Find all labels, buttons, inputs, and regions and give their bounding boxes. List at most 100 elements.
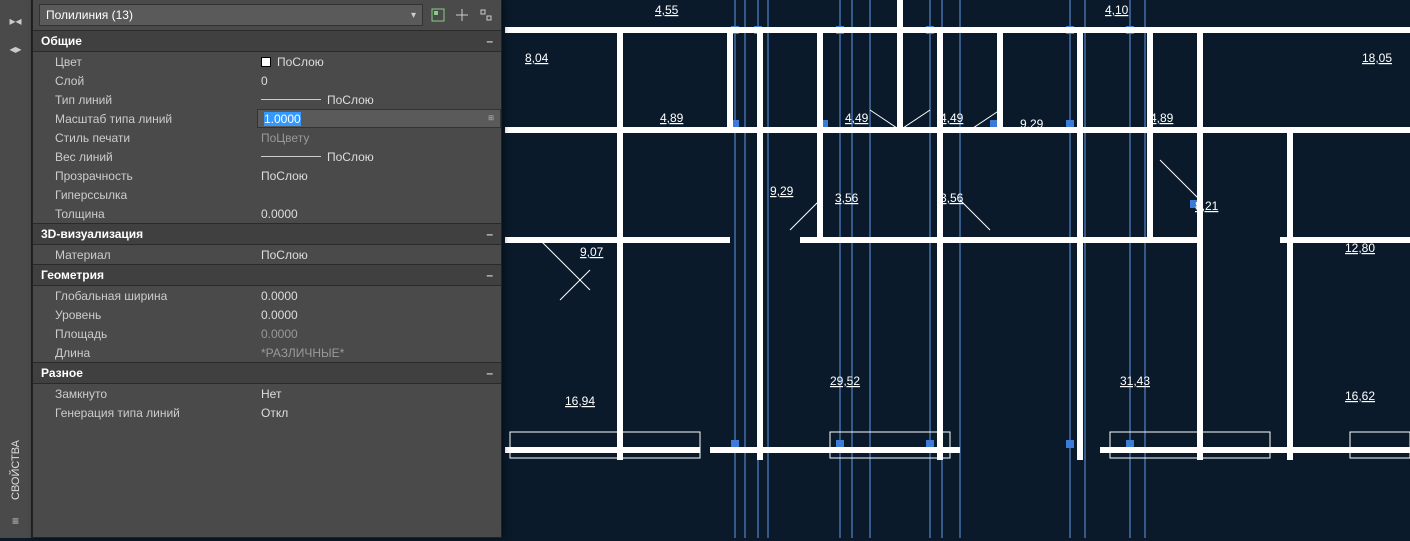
property-value[interactable]: *РАЗЛИЧНЫЕ* [257,343,501,362]
property-value[interactable]: ПоСлою [257,52,501,71]
property-row[interactable]: ЗамкнутоНет [33,384,501,403]
calculator-icon[interactable]: ⊞ [484,111,498,126]
group-header[interactable]: Общие– [33,30,501,52]
value-text: ПоСлою [261,169,308,183]
value-input[interactable] [262,111,500,127]
select-objects-icon[interactable] [477,6,495,24]
property-label: Замкнуто [33,387,257,401]
property-row[interactable]: Масштаб типа линий ⊞ [33,109,501,128]
property-label: Длина [33,346,257,360]
group-header[interactable]: 3D-визуализация – [33,223,501,245]
property-value[interactable]: 0.0000 [257,324,501,343]
options-icon[interactable]: ≡ [9,514,23,528]
property-row[interactable]: Площадь 0.0000 [33,324,501,343]
value-text: 0.0000 [261,289,298,303]
collapse-icon[interactable]: – [486,268,493,282]
dim-text: 8,21 [1195,199,1219,213]
value-text: ПоСлою [277,55,324,69]
group-title: 3D-визуализация [41,227,143,241]
property-value[interactable]: 0.0000 [257,305,501,324]
property-row[interactable]: Слой 0 [33,71,501,90]
property-value[interactable]: 0.0000 [257,286,501,305]
property-row[interactable]: Стиль печати ПоЦвету [33,128,501,147]
property-value[interactable]: 0 [257,71,501,90]
value-text: *РАЗЛИЧНЫЕ* [261,346,344,360]
dim-text: 12,80 [1345,241,1375,255]
property-label: Масштаб типа линий [33,112,257,126]
property-row[interactable]: Уровень 0.0000 [33,305,501,324]
property-label: Стиль печати [33,131,257,145]
property-value[interactable]: ⊞ [257,109,501,128]
value-text: ПоСлою [327,93,374,107]
dim-text: 8,04 [525,51,549,65]
property-label: Уровень [33,308,257,322]
color-swatch-icon [261,57,271,67]
value-text: ПоСлою [261,248,308,262]
property-value[interactable] [257,185,501,204]
property-row[interactable]: Генерация типа линий Откл [33,403,501,422]
group-header[interactable]: Геометрия – [33,264,501,286]
property-row[interactable]: Тип линий ПоСлою [33,90,501,109]
dim-text: 9,29 [770,184,794,198]
property-value[interactable]: ПоСлою [257,166,501,185]
value-text: 0.0000 [261,327,298,341]
dim-text: 16,94 [565,394,595,408]
property-value[interactable]: 0.0000 [257,204,501,223]
value-text: ПоЦвету [261,131,309,145]
selection-combo[interactable]: Полилиния (13) ▾ [39,4,423,26]
dim-text: 29,52 [830,374,860,388]
property-label: Слой [33,74,257,88]
dim-text: 4,49 [845,111,869,125]
property-label: Тип линий [33,93,257,107]
group-title: Разное [41,366,83,380]
property-row[interactable]: Цвет ПоСлою [33,52,501,71]
property-value[interactable]: Нет [257,384,501,403]
dim-text: 4,49 [940,111,964,125]
property-value[interactable]: ПоЦвету [257,128,501,147]
value-text: 0 [261,74,268,88]
property-row[interactable]: Вес линий ПоСлою [33,147,501,166]
linetype-preview-icon [261,156,321,157]
expand-icon[interactable]: ◂▸ [9,42,23,56]
properties-body: Общие– Цвет ПоСлою Слой 0 Тип линий ПоСлою Масш… [33,30,501,537]
dim-text: 18,05 [1362,51,1392,65]
value-text: ПоСлою [327,150,374,164]
property-row[interactable]: МатериалПоСлою [33,245,501,264]
collapse-icon[interactable]: ▸◂ [9,14,23,28]
property-label: Прозрачность [33,169,257,183]
panel-title: СВОЙСТВА [10,434,22,506]
dim-text: 9,29 [1020,117,1044,131]
property-label: Глобальная ширина [33,289,257,303]
property-value[interactable]: ПоСлою [257,90,501,109]
panel-header: Полилиния (13) ▾ [33,0,501,30]
toggle-pim-icon[interactable] [429,6,447,24]
chevron-down-icon: ▾ [411,10,416,21]
value-text: Откл [261,406,288,420]
property-row[interactable]: Гиперссылка [33,185,501,204]
property-row[interactable]: Прозрачность ПоСлою [33,166,501,185]
group-title: Геометрия [41,268,104,282]
property-row[interactable]: Толщина0.0000 [33,204,501,223]
property-row[interactable]: Глобальная ширина 0.0000 [33,286,501,305]
group-header[interactable]: Разное – [33,362,501,384]
property-label: Генерация типа линий [33,406,257,420]
property-value[interactable]: ПоСлою [257,245,501,264]
property-label: Площадь [33,327,257,341]
dim-text: 4,89 [660,111,684,125]
value-text: 0.0000 [261,207,298,221]
property-label: Цвет [33,55,257,69]
value-text: 0.0000 [261,308,298,322]
dim-text: 3,56 [940,191,964,205]
properties-panel: Полилиния (13) ▾ Общие– Цвет ПоСлою Слой 0 Ти… [32,0,502,538]
collapse-icon[interactable]: – [486,34,493,48]
selection-text: Полилиния (13) [46,8,133,22]
collapse-icon[interactable]: – [486,227,493,241]
collapse-icon[interactable]: – [486,366,493,380]
quick-select-icon[interactable] [453,6,471,24]
property-label: Вес линий [33,150,257,164]
property-row[interactable]: Длина *РАЗЛИЧНЫЕ* [33,343,501,362]
dim-text: 16,62 [1345,389,1375,403]
property-label: Гиперссылка [33,188,257,202]
property-value[interactable]: Откл [257,403,501,422]
property-value[interactable]: ПоСлою [257,147,501,166]
